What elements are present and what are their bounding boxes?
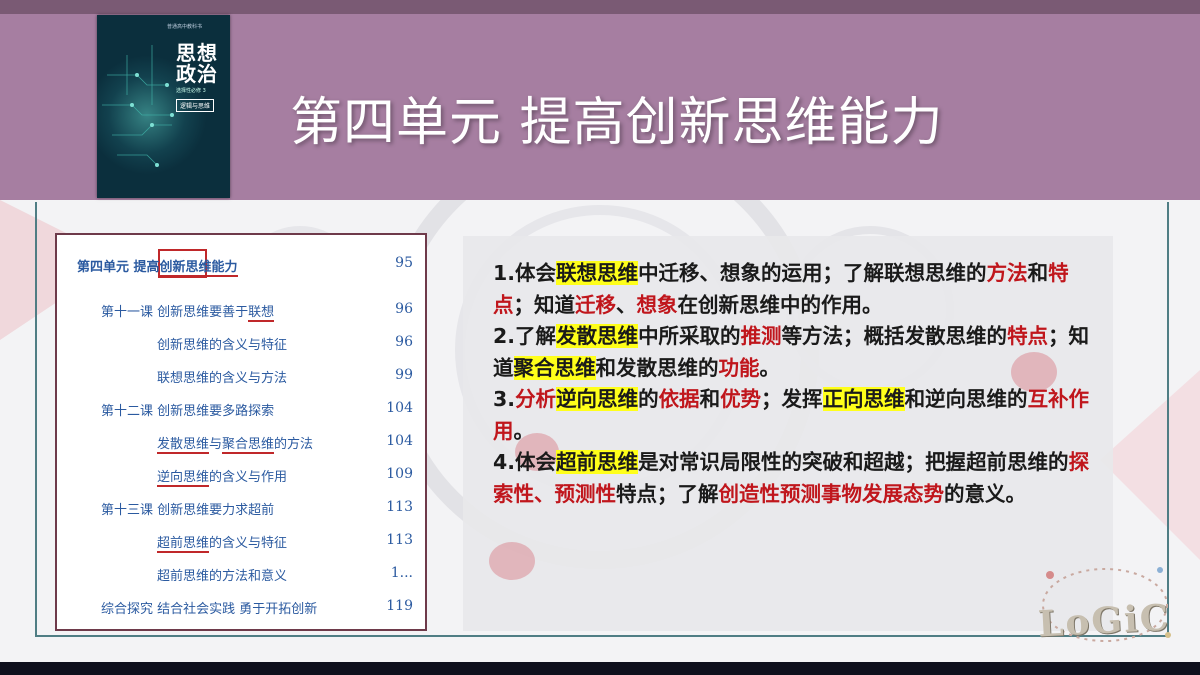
toc-unit-suffix: 能力 (211, 260, 238, 277)
obj-text: 把握 (925, 450, 967, 474)
toc-underlined: 联想 (248, 305, 275, 322)
obj-text: 在创新思维中的作用。 (677, 292, 883, 317)
obj-text: 等方法； (781, 324, 864, 348)
emphasis-blob (489, 542, 535, 580)
obj-highlight: 逆向思维 (556, 387, 639, 411)
toc-page: 113 (386, 499, 413, 515)
obj-text: 。 (513, 418, 535, 443)
toc-row: 超前思维的含义与特征 (157, 532, 288, 553)
obj-text: 发散思维的 (904, 324, 1008, 348)
objective-4: 4.体会超前思维是对常识局限性的突破和超越；把握超前思维的探索性、预测性特点；了… (493, 447, 1093, 510)
slide-title: 第四单元 提高创新思维能力 (290, 93, 944, 153)
toc-row-synthesis: 综合探究 结合社会实践 勇于开拓创新 (101, 602, 318, 617)
toc-unit-boxed: 创新思维 (159, 260, 212, 277)
obj-highlight: 正向思维 (822, 387, 905, 411)
obj-text: 中迁移、想象的运用；了解联想思维的 (638, 261, 987, 285)
obj-emphasis: 优势 (720, 387, 762, 411)
cover-title-line1: 思想 (176, 41, 218, 65)
toc-page: 96 (395, 301, 413, 317)
toc-text: 与 (209, 437, 223, 452)
obj-text: 3. (493, 387, 516, 411)
obj-text: 和 (1027, 261, 1049, 285)
obj-emphasis: 创造性预测事物发展态势 (718, 481, 945, 506)
toc-page: 99 (395, 367, 413, 383)
toc-page: 1... (390, 565, 413, 581)
toc-page: 104 (386, 433, 413, 449)
cover-subtitle: 选择性必修 3 (176, 88, 206, 94)
obj-emphasis: 方法 (986, 261, 1028, 285)
toc-row: 创新思维的含义与特征 (157, 338, 288, 353)
obj-text: 概括 (863, 324, 905, 348)
logic-logo: LoGiC (1036, 596, 1172, 646)
obj-emphasis: 分析 (515, 387, 557, 411)
cover-title: 思想 政治 (176, 43, 226, 85)
toc-page: 96 (395, 334, 413, 350)
toc-label: 第十一课 创新思维要善于 (101, 305, 249, 320)
toc-panel: 第四单元 提高创新思维能力 95 第十一课 创新思维要善于联想 96 创新思维的… (55, 233, 427, 631)
cover-publisher: 普通高中教科书 (167, 24, 203, 30)
obj-text: 超前思维的 (966, 450, 1069, 474)
obj-text: 和 (699, 387, 721, 411)
obj-text: 的 (638, 387, 659, 411)
cover-title-line2: 政治 (176, 62, 218, 86)
toc-underlined: 超前思维 (157, 536, 210, 553)
obj-text: 中所采取的 (638, 324, 741, 348)
obj-emphasis: 推测 (740, 324, 782, 348)
toc-page: 113 (386, 532, 413, 548)
toc-unit-page: 95 (395, 255, 413, 271)
top-strip (0, 0, 1200, 14)
objectives-text: 1.体会联想思维中迁移、想象的运用；了解联想思维的方法和特点；知道迁移、想象在创… (493, 258, 1093, 510)
toc-page: 119 (386, 598, 413, 614)
obj-text: 是对常识局限性的突破和超越； (638, 450, 926, 474)
toc-row: 逆向思维的含义与作用 (157, 466, 288, 487)
obj-text: 。 (759, 355, 781, 380)
toc-underlined: 逆向思维 (157, 470, 210, 487)
toc-underlined: 聚合思维 (222, 437, 275, 454)
toc-row: 联想思维的含义与方法 (157, 371, 288, 386)
toc-text: 的含义与特征 (209, 536, 288, 551)
toc-text: 的方法 (274, 437, 314, 452)
obj-text: 4.体会 (493, 450, 557, 474)
obj-emphasis: 特点 (1007, 324, 1049, 348)
toc-underlined: 发散思维 (157, 437, 210, 454)
obj-text: ；发挥 (761, 387, 823, 411)
obj-text: 的意义。 (944, 481, 1026, 506)
obj-text: 1.体会 (493, 261, 557, 285)
obj-highlight: 联想思维 (556, 261, 639, 285)
obj-text: ；知道 (513, 292, 576, 317)
toc-page: 109 (386, 466, 413, 482)
bottom-strip (0, 662, 1200, 675)
toc-row-lesson11: 第十一课 创新思维要善于联想 (101, 301, 275, 322)
obj-text: 、 (616, 292, 637, 317)
toc-unit-row: 第四单元 提高创新思维能力 (77, 256, 238, 277)
textbook-cover-image: 普通高中教科书 思想 政治 选择性必修 3 逻辑与思维 (97, 15, 230, 198)
obj-emphasis: 迁移 (575, 292, 616, 317)
objective-2: 2.了解发散思维中所采取的推测等方法；概括发散思维的特点；知道聚合思维和发散思维… (493, 321, 1093, 384)
toc-row: 发散思维与聚合思维的方法 (157, 433, 314, 454)
obj-emphasis: 依据 (658, 387, 700, 411)
cover-tag: 逻辑与思维 (176, 99, 215, 112)
obj-text: 和发散思维的 (595, 355, 719, 380)
obj-highlight: 聚合思维 (513, 355, 596, 380)
toc-unit-prefix: 第四单元 提高 (77, 260, 160, 275)
objective-3: 3.分析逆向思维的依据和优势；发挥正向思维和逆向思维的互补作用。 (493, 384, 1093, 447)
obj-text: 和逆向思维的 (904, 387, 1028, 411)
objectives-panel: 1.体会联想思维中迁移、想象的运用；了解联想思维的方法和特点；知道迁移、想象在创… (463, 236, 1113, 631)
obj-highlight: 发散思维 (556, 324, 639, 348)
obj-emphasis: 想象 (636, 292, 678, 317)
obj-text: 特点；了解 (616, 481, 719, 506)
toc-row-lesson12: 第十二课 创新思维要多路探索 (101, 404, 275, 419)
obj-highlight: 超前思维 (556, 450, 639, 474)
toc-row-lesson13: 第十三课 创新思维要力求超前 (101, 503, 275, 518)
obj-text: 2.了解 (493, 324, 557, 348)
obj-emphasis: 功能 (718, 355, 760, 380)
toc-row: 超前思维的方法和意义 (157, 569, 288, 584)
toc-text: 的含义与作用 (209, 470, 288, 485)
objective-1: 1.体会联想思维中迁移、想象的运用；了解联想思维的方法和特点；知道迁移、想象在创… (493, 258, 1093, 321)
toc-page: 104 (386, 400, 413, 416)
